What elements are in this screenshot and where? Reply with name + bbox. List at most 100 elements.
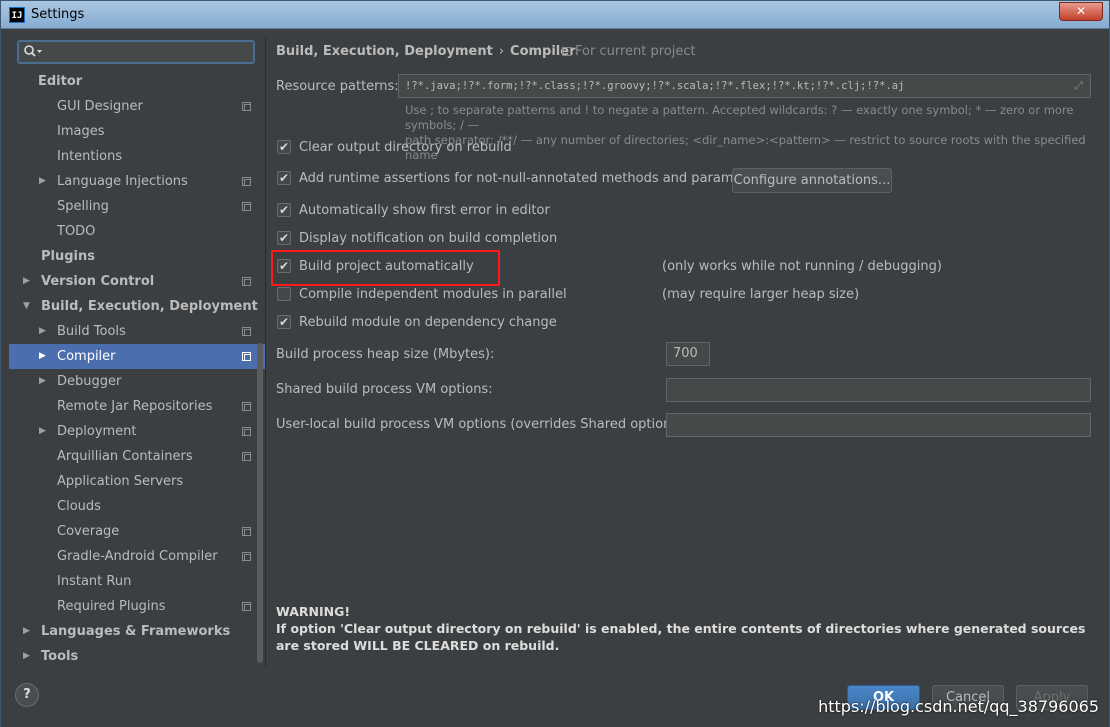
sidebar-item-spelling[interactable]: Spelling (9, 194, 265, 219)
sidebar-item-label: Compiler (57, 349, 116, 364)
heap-size-label: Build process heap size (Mbytes): (276, 347, 495, 362)
sidebar-item-label: Instant Run (57, 574, 132, 589)
shared-vm-options-label: Shared build process VM options: (276, 382, 493, 397)
sidebar-item-editor[interactable]: Editor (9, 69, 265, 94)
sidebar-item-application-servers[interactable]: Application Servers (9, 469, 265, 494)
project-scope-icon (242, 427, 251, 436)
chevron-right-icon[interactable]: ▶ (23, 644, 30, 669)
settings-tree: Editor GUI Designer Images Intentions ▶ Langu… (9, 69, 265, 669)
local-vm-options-input[interactable] (666, 413, 1091, 437)
sidebar-item-label: Gradle-Android Compiler (57, 549, 218, 564)
sidebar-item-label: Required Plugins (57, 599, 166, 614)
sidebar-item-label: Languages & Frameworks (41, 624, 231, 639)
sidebar-item-images[interactable]: Images (9, 119, 265, 144)
sidebar-item-language-injections[interactable]: ▶ Language Injections (9, 169, 265, 194)
sidebar-item-label: Tools (41, 649, 79, 664)
sidebar-item-label: Build, Execution, Deployment (41, 299, 258, 314)
sidebar-scrollbar[interactable] (257, 343, 263, 663)
sidebar-item-label: Images (57, 124, 105, 139)
warning-title: WARNING! (276, 604, 351, 619)
sidebar-item-label: Plugins (41, 249, 95, 264)
project-scope-icon (242, 452, 251, 461)
sidebar-item-label: Clouds (57, 499, 101, 514)
sidebar-item-label: Remote Jar Repositories (57, 399, 213, 414)
settings-sidebar: Editor GUI Designer Images Intentions ▶ Langu… (9, 37, 265, 667)
warning-message: WARNING! If option 'Clear output directo… (276, 603, 1096, 654)
chevron-right-icon[interactable]: ▶ (39, 369, 46, 394)
sidebar-item-clouds[interactable]: Clouds (9, 494, 265, 519)
sidebar-item-coverage[interactable]: Coverage (9, 519, 265, 544)
intellij-app-icon: IJ (9, 7, 25, 23)
title-bar: IJ Settings ✕ (1, 1, 1109, 29)
sidebar-item-label: TODO (57, 224, 96, 239)
project-scope-icon (242, 102, 251, 111)
notify-build-label: Display notification on build completion (299, 231, 558, 246)
watermark-url: https://blog.csdn.net/qq_38796065 (818, 697, 1099, 716)
checkbox-checked-icon[interactable]: ✔ (277, 315, 291, 329)
checkbox-checked-icon[interactable]: ✔ (277, 203, 291, 217)
compile-parallel-note: (may require larger heap size) (662, 287, 860, 302)
project-scope-icon (242, 552, 251, 561)
sidebar-item-required-plugins[interactable]: Required Plugins (9, 594, 265, 619)
project-scope-icon (562, 47, 571, 56)
chevron-right-icon[interactable]: ▶ (39, 169, 46, 194)
settings-window: IJ Settings ✕ Editor GUI Designer Images In… (0, 0, 1110, 727)
compile-parallel-label: Compile independent modules in parallel (299, 287, 567, 302)
resource-patterns-value: !?*.java;!?*.form;!?*.class;!?*.groovy;!… (405, 80, 905, 92)
resource-patterns-field[interactable]: !?*.java;!?*.form;!?*.class;!?*.groovy;!… (398, 74, 1091, 98)
sidebar-item-instant-run[interactable]: Instant Run (9, 569, 265, 594)
settings-search[interactable] (17, 40, 255, 64)
sidebar-item-gui-designer[interactable]: GUI Designer (9, 94, 265, 119)
search-input[interactable] (45, 43, 245, 61)
sidebar-item-label: GUI Designer (57, 99, 143, 114)
sidebar-item-intentions[interactable]: Intentions (9, 144, 265, 169)
sidebar-item-todo[interactable]: TODO (9, 219, 265, 244)
heap-size-input[interactable]: 700 (666, 342, 710, 366)
checkbox-unchecked-icon[interactable] (277, 287, 291, 301)
scope-label: For current project (575, 44, 696, 59)
sidebar-item-languages-frameworks[interactable]: ▶ Languages & Frameworks (9, 619, 265, 644)
sidebar-item-debugger[interactable]: ▶ Debugger (9, 369, 265, 394)
sidebar-item-remote-jar-repositories[interactable]: Remote Jar Repositories (9, 394, 265, 419)
sidebar-item-label: Version Control (41, 274, 155, 289)
sidebar-item-tools[interactable]: ▶ Tools (9, 644, 265, 669)
sidebar-item-label: Deployment (57, 424, 137, 439)
sidebar-item-label: Language Injections (57, 174, 188, 189)
help-icon[interactable]: ? (15, 683, 39, 707)
checkbox-checked-icon[interactable]: ✔ (277, 231, 291, 245)
chevron-right-icon[interactable]: ▶ (23, 619, 30, 644)
sidebar-item-deployment[interactable]: ▶ Deployment (9, 419, 265, 444)
chevron-down-icon[interactable]: ▼ (23, 294, 30, 319)
build-automatically-note: (only works while not running / debuggin… (662, 259, 942, 274)
checkbox-checked-icon[interactable]: ✔ (277, 259, 291, 273)
chevron-right-icon[interactable]: ▶ (39, 419, 46, 444)
sidebar-item-build-tools[interactable]: ▶ Build Tools (9, 319, 265, 344)
configure-annotations-button[interactable]: Configure annotations... (732, 168, 892, 193)
sidebar-item-label: Spelling (57, 199, 109, 214)
breadcrumb-parent[interactable]: Build, Execution, Deployment (276, 44, 493, 59)
sidebar-item-plugins[interactable]: Plugins (9, 244, 265, 269)
project-scope-icon (242, 327, 251, 336)
rebuild-dependency-label: Rebuild module on dependency change (299, 315, 557, 330)
sidebar-item-build-execution-deployment[interactable]: ▼ Build, Execution, Deployment (9, 294, 265, 319)
window-close-button[interactable]: ✕ (1059, 2, 1103, 21)
sidebar-item-gradle-android-compiler[interactable]: Gradle-Android Compiler (9, 544, 265, 569)
chevron-right-icon[interactable]: ▶ (39, 344, 46, 369)
expand-icon[interactable]: ⤢ (1074, 80, 1085, 91)
project-scope-icon (242, 277, 251, 286)
shared-vm-options-input[interactable] (666, 378, 1091, 402)
project-scope-icon (242, 352, 251, 361)
dialog-button-bar: ? OK Cancel Apply https://blog.csdn.net/… (1, 667, 1109, 727)
sidebar-item-arquillian-containers[interactable]: Arquillian Containers (9, 444, 265, 469)
compiler-settings-panel: Build, Execution, Deployment › Compiler Fo… (265, 37, 1109, 667)
chevron-right-icon[interactable]: ▶ (39, 319, 46, 344)
chevron-right-icon[interactable]: ▶ (23, 269, 30, 294)
sidebar-item-label: Coverage (57, 524, 120, 539)
sidebar-item-compiler[interactable]: ▶ Compiler (9, 344, 265, 369)
hint-line-1: Use ; to separate patterns and ! to nega… (405, 103, 1074, 132)
breadcrumb-separator: › (498, 44, 505, 59)
sidebar-item-version-control[interactable]: ▶ Version Control (9, 269, 265, 294)
checkbox-checked-icon[interactable]: ✔ (277, 140, 291, 154)
sidebar-item-label: Debugger (57, 374, 122, 389)
checkbox-checked-icon[interactable]: ✔ (277, 171, 291, 185)
